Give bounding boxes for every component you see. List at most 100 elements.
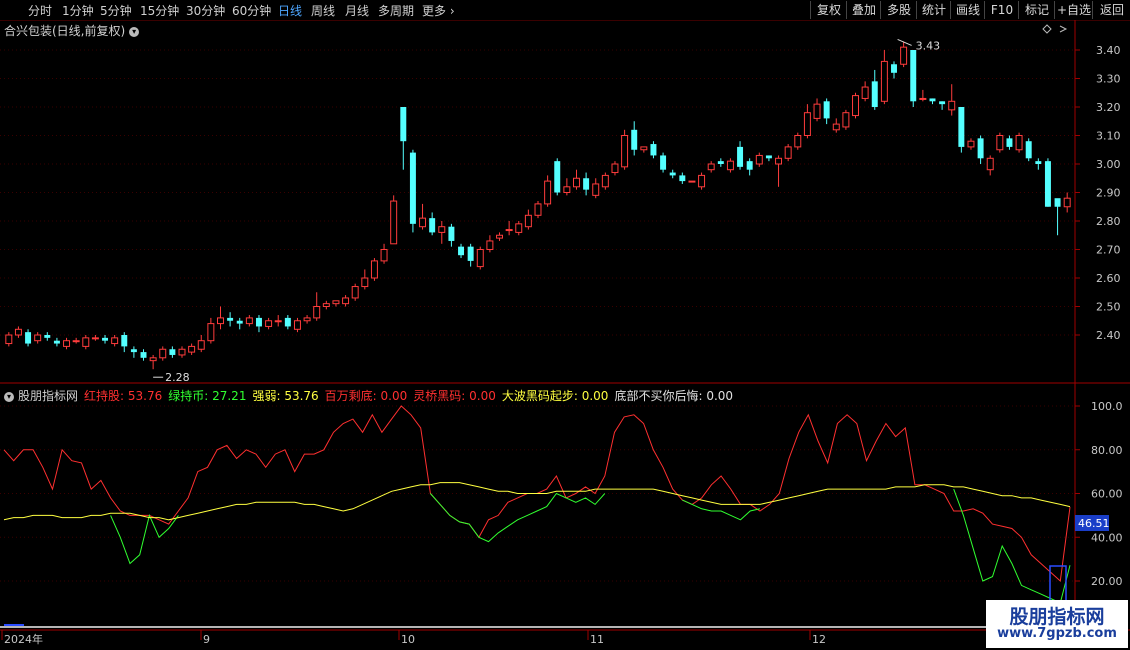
candle-body	[583, 178, 590, 190]
candle-body	[476, 249, 484, 268]
candle-body	[919, 97, 927, 100]
candle-body	[852, 95, 859, 117]
candle-body	[524, 214, 532, 228]
candle-body	[1054, 198, 1061, 207]
candle-body	[891, 64, 897, 73]
candle-body	[380, 249, 388, 262]
candle-body	[707, 163, 715, 171]
price-tick-label: 3.00	[1096, 158, 1121, 171]
candle-body	[688, 180, 696, 183]
candle-body	[390, 200, 398, 245]
candle-body	[554, 161, 561, 193]
candle-body	[726, 160, 734, 171]
candle-body	[842, 112, 850, 128]
candle-body	[505, 229, 513, 232]
price-tick-label: 2.40	[1096, 329, 1121, 342]
candle-body	[967, 140, 975, 148]
low-label: 2.28	[165, 371, 190, 384]
candle-body	[573, 177, 580, 188]
candle-body	[409, 152, 416, 224]
candle-body	[1006, 138, 1013, 147]
candle-body	[986, 157, 994, 171]
candle-body	[996, 135, 1004, 151]
candle-body	[823, 101, 830, 119]
candle-body	[72, 340, 80, 343]
chart-canvas[interactable]: 3.40 3.30 3.20 3.10 3.00 2.90 2.80 2.70 2.60 2.50…	[0, 0, 1130, 650]
candle-body	[948, 100, 956, 111]
candle-body	[63, 340, 71, 347]
candle-body	[274, 320, 282, 323]
candle-body	[102, 337, 109, 341]
candle-body	[900, 46, 908, 65]
candle-body	[429, 218, 436, 233]
candle-body	[303, 317, 311, 322]
candle-body	[1035, 161, 1042, 164]
candle-body	[342, 297, 350, 305]
candle-body	[236, 320, 243, 324]
candle-body	[169, 349, 176, 355]
candle-body	[621, 135, 629, 168]
candle-body	[631, 129, 638, 150]
candle-body	[458, 246, 465, 256]
xaxis-label: 9	[203, 633, 210, 646]
candle-body	[130, 349, 137, 353]
candle-body	[245, 317, 253, 325]
candle-body	[640, 146, 648, 151]
candle-body	[1015, 135, 1023, 151]
price-tick-label: 3.10	[1096, 130, 1121, 143]
candle-body	[111, 337, 119, 345]
price-tick-label: 2.50	[1096, 301, 1121, 314]
candle-body	[178, 348, 186, 356]
candle-body	[939, 101, 946, 105]
ind-tick-label: 20.00	[1091, 575, 1123, 588]
candle-body	[717, 161, 724, 164]
candle-body	[448, 226, 455, 241]
candle-body	[5, 334, 13, 345]
candle-body	[929, 98, 936, 102]
candle-body	[265, 320, 273, 327]
candle-body	[592, 183, 600, 196]
candle-body	[832, 123, 840, 131]
candle-body	[794, 135, 802, 148]
candle-body	[496, 234, 503, 239]
candle-body	[737, 146, 744, 167]
candle-body	[313, 306, 321, 319]
ind-tick-label: 60.00	[1091, 488, 1123, 501]
watermark-line1: 股朋指标网	[1009, 606, 1105, 628]
candle-body	[813, 103, 821, 119]
candle-body	[660, 155, 667, 170]
candle-body	[255, 317, 262, 327]
candle-body	[679, 175, 686, 182]
candle-body	[332, 300, 340, 305]
candle-body	[1044, 161, 1051, 207]
candle-body	[765, 155, 772, 159]
candle-body	[207, 323, 215, 342]
candle-body	[159, 348, 167, 359]
candle-body	[188, 345, 196, 353]
xaxis-label: 2024年	[4, 632, 43, 646]
high-label: 3.43	[916, 39, 941, 52]
candle-body	[669, 172, 676, 176]
candle-body	[438, 226, 446, 233]
candle-body	[977, 138, 984, 159]
candle-body	[775, 157, 783, 165]
candle-body	[958, 107, 965, 147]
indicator-line	[3, 482, 1071, 521]
candle-body	[400, 107, 407, 142]
ind-tick-label: 100.0	[1091, 400, 1123, 413]
candle-body	[361, 277, 369, 288]
price-tick-label: 2.90	[1096, 187, 1121, 200]
ind-tick-label: 80.00	[1091, 444, 1123, 457]
price-tick-label: 2.70	[1096, 244, 1121, 257]
candle-body	[91, 337, 99, 340]
candle-body	[803, 112, 811, 136]
candle-body	[284, 317, 291, 327]
candle-body	[217, 317, 224, 325]
candle-body	[880, 60, 888, 102]
candle-body	[515, 223, 523, 233]
price-tick-label: 2.80	[1096, 215, 1121, 228]
candle-body	[322, 303, 330, 307]
xaxis-label: 12	[812, 633, 826, 646]
candle-body	[1063, 197, 1071, 208]
candle-body	[755, 154, 763, 165]
